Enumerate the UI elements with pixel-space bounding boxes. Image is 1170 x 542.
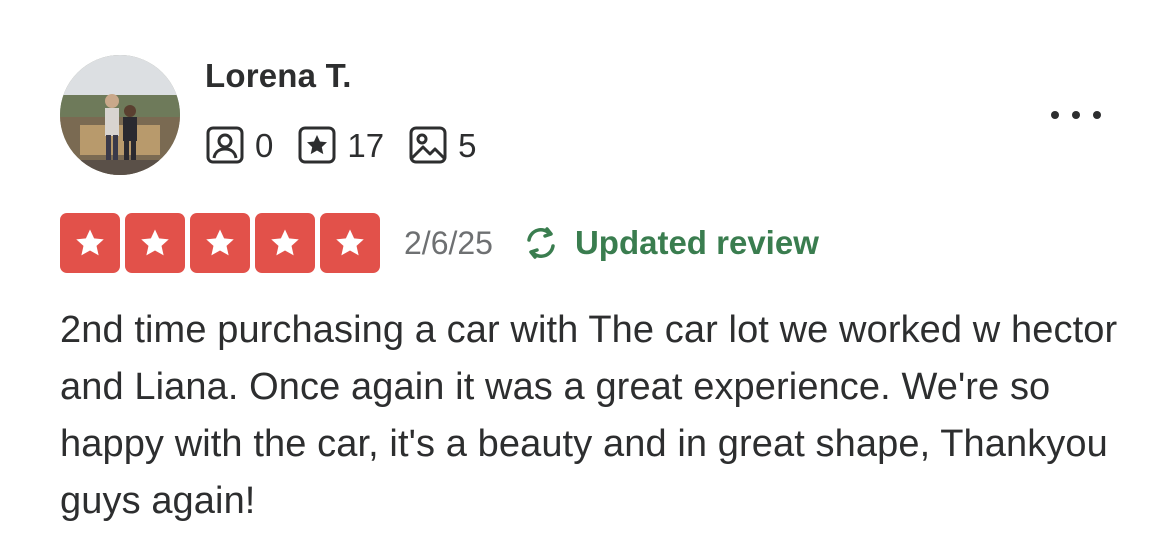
avatar[interactable] <box>60 55 180 175</box>
star-rating <box>60 213 380 273</box>
reviewer-stats: 0 17 5 <box>205 122 500 168</box>
review-date: 2/6/25 <box>404 224 493 261</box>
friends-count-value: 0 <box>255 126 274 164</box>
refresh-icon <box>527 227 555 259</box>
star-icon <box>320 213 380 273</box>
reviews-star-icon <box>298 126 336 164</box>
more-options-icon-dot <box>1072 111 1080 119</box>
more-options-icon <box>1051 111 1059 119</box>
review-text: 2nd time purchasing a car with The car l… <box>60 309 1118 522</box>
reviewer-name[interactable]: Lorena T. <box>205 57 352 95</box>
star-icon <box>190 213 250 273</box>
reviewer-photo <box>60 55 180 175</box>
photos-count: 5 <box>408 125 476 165</box>
updated-review-label: Updated review <box>574 224 819 261</box>
photos-icon <box>409 126 447 164</box>
rating-row: 2/6/25 Updated review <box>60 212 819 274</box>
photos-count-value: 5 <box>458 126 477 164</box>
more-options-icon-dot <box>1093 111 1101 119</box>
more-options-button[interactable] <box>1040 100 1112 130</box>
reviews-count-value: 17 <box>347 126 385 164</box>
friends-count: 0 <box>205 125 273 165</box>
friends-icon <box>206 126 244 164</box>
reviews-count: 17 <box>297 125 384 165</box>
review-card: Lorena T. 0 17 5 2/6/25 Updated review 2… <box>0 0 1170 542</box>
star-icon <box>60 213 120 273</box>
star-icon <box>255 213 315 273</box>
updated-review-link[interactable]: Updated review <box>519 221 819 265</box>
star-icon <box>125 213 185 273</box>
